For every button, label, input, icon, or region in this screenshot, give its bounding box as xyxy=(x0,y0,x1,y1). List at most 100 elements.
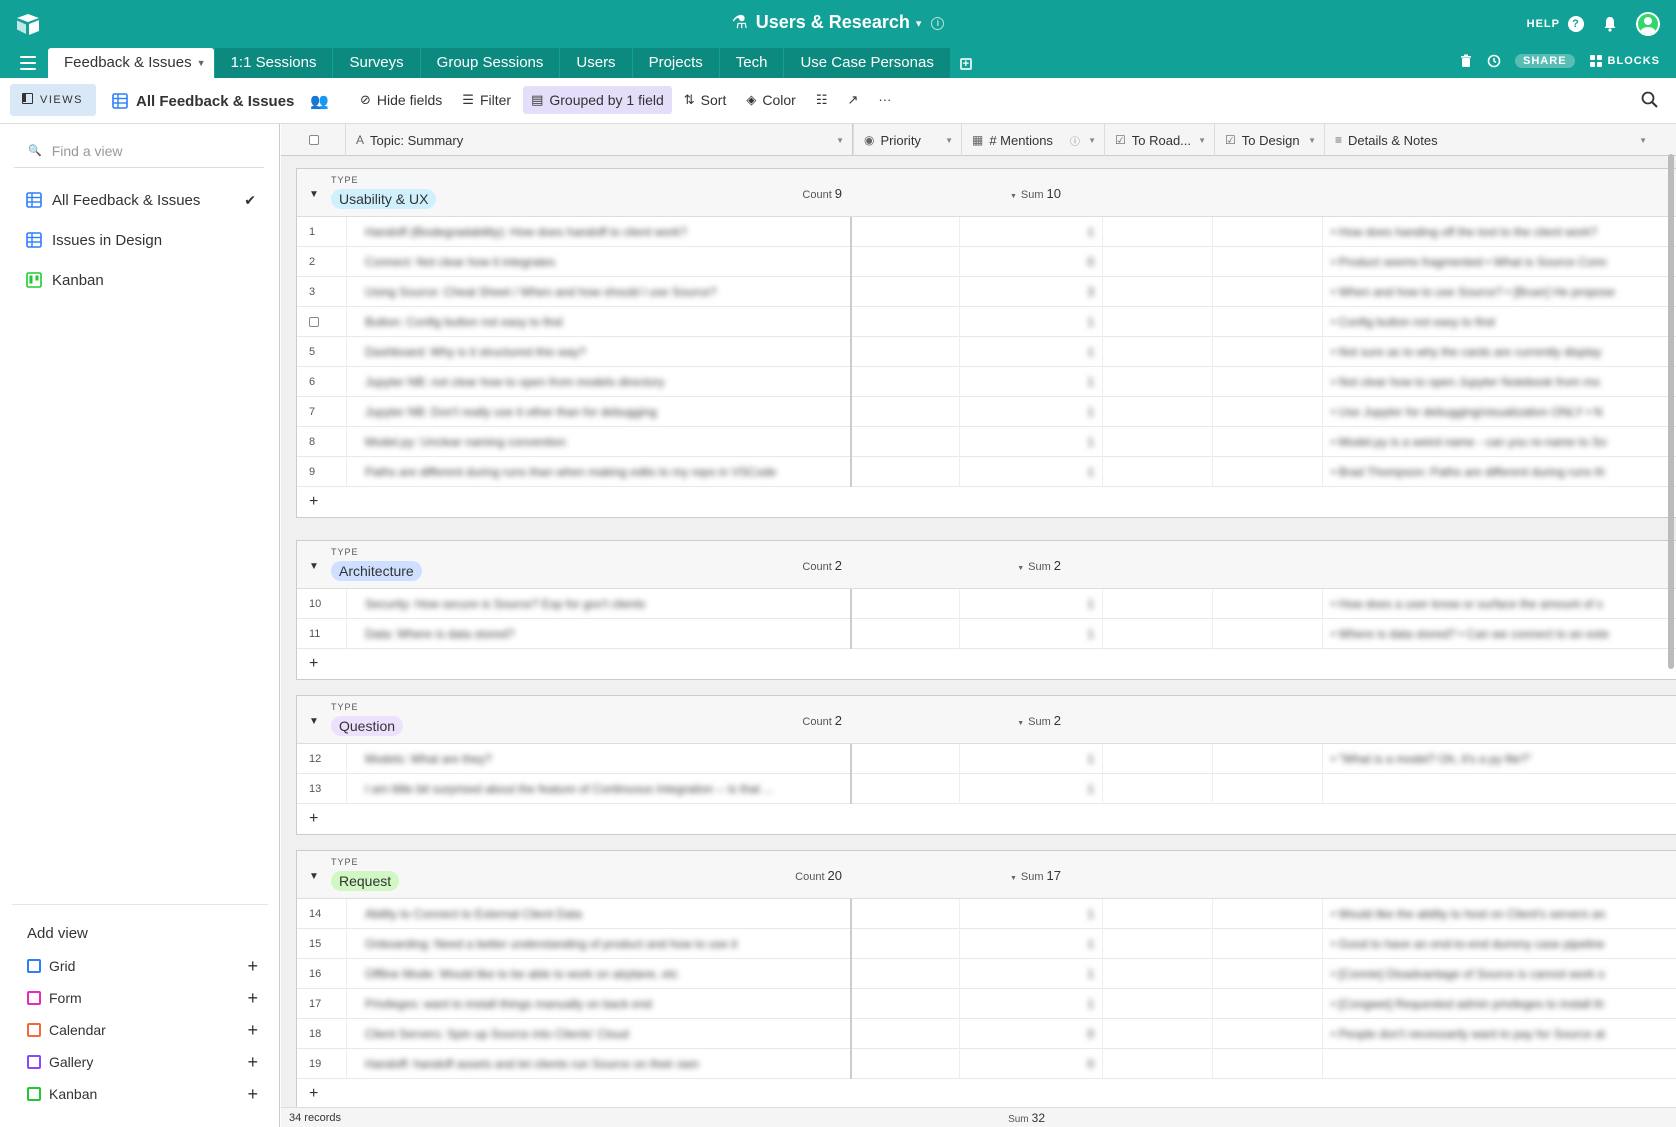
priority-cell[interactable] xyxy=(852,247,960,277)
tab-feedback-issues[interactable]: Feedback & Issues ▼ xyxy=(48,48,214,78)
roadmap-cell[interactable] xyxy=(1103,899,1213,929)
notes-cell[interactable]: • Would like the ability to host on Clie… xyxy=(1323,899,1653,929)
add-record-button[interactable]: + xyxy=(297,649,1676,679)
history-icon[interactable] xyxy=(1487,54,1501,68)
table-row[interactable]: 9 Paths are different during runs than wh… xyxy=(297,457,1676,487)
priority-cell[interactable] xyxy=(852,217,960,247)
notes-cell[interactable]: • [Congwei] Requested admin privileges t… xyxy=(1323,989,1653,1019)
design-cell[interactable] xyxy=(1213,1049,1323,1079)
info-icon[interactable]: ⓘ xyxy=(1070,133,1080,148)
group-header[interactable]: ▼ TYPE Architecture Count 2 ▼ Sum 2 xyxy=(297,541,1676,589)
notes-cell[interactable]: • "What is a model? Oh, it's a py file?" xyxy=(1323,744,1653,774)
table-row[interactable]: 16 Offline Mode: Would like to be able to… xyxy=(297,959,1676,989)
tab-group-sessions[interactable]: Group Sessions xyxy=(420,48,560,78)
notes-cell[interactable]: • Where is data stored? • Can we connect… xyxy=(1323,619,1653,649)
roadmap-cell[interactable] xyxy=(1103,929,1213,959)
topic-cell[interactable]: Ability to Connect to External Client Da… xyxy=(347,899,852,929)
roadmap-cell[interactable] xyxy=(1103,959,1213,989)
trash-icon[interactable] xyxy=(1459,54,1473,68)
priority-cell[interactable] xyxy=(852,929,960,959)
mentions-total-sum[interactable]: Sum 32 xyxy=(931,1111,1045,1125)
design-cell[interactable] xyxy=(1213,277,1323,307)
notes-cell[interactable]: • [Connie] Disadvantage of Source is can… xyxy=(1323,959,1653,989)
priority-cell[interactable] xyxy=(852,899,960,929)
topic-cell[interactable]: Client Servers: Spin up Source into Clie… xyxy=(347,1019,852,1049)
table-row[interactable]: 8 Model.py: Unclear naming convention 1 • M… xyxy=(297,427,1676,457)
table-row[interactable]: 13 I am little bit surprised about the fe… xyxy=(297,774,1676,804)
table-row[interactable]: 7 Jupyter NB: Don't really use it other t… xyxy=(297,397,1676,427)
group-sum[interactable]: ▼ Sum 2 xyxy=(947,713,1061,728)
notes-cell[interactable]: • How does a user know or surface the am… xyxy=(1323,589,1653,619)
topic-cell[interactable]: Connect: Not clear how it integrates xyxy=(347,247,852,277)
design-cell[interactable] xyxy=(1213,427,1323,457)
design-cell[interactable] xyxy=(1213,307,1323,337)
roadmap-cell[interactable] xyxy=(1103,619,1213,649)
roadmap-cell[interactable] xyxy=(1103,397,1213,427)
priority-cell[interactable] xyxy=(852,277,960,307)
priority-cell[interactable] xyxy=(852,427,960,457)
mentions-cell[interactable]: 1 xyxy=(960,989,1103,1019)
select-all-checkbox-cell[interactable] xyxy=(281,124,346,156)
column-notes[interactable]: ≡ Details & Notes ▼ xyxy=(1325,124,1655,156)
roadmap-cell[interactable] xyxy=(1103,774,1213,804)
vertical-scrollbar[interactable] xyxy=(1668,154,1674,669)
design-cell[interactable] xyxy=(1213,367,1323,397)
sidebar-view-kanban[interactable]: Kanban xyxy=(14,260,264,300)
design-cell[interactable] xyxy=(1213,397,1323,427)
design-cell[interactable] xyxy=(1213,337,1323,367)
priority-cell[interactable] xyxy=(852,307,960,337)
group-sum[interactable]: ▼ Sum 10 xyxy=(947,186,1061,201)
design-cell[interactable] xyxy=(1213,744,1323,774)
priority-cell[interactable] xyxy=(852,589,960,619)
sidebar-view-all-feedback[interactable]: All Feedback & Issues ✔ xyxy=(14,180,264,220)
table-row[interactable]: 19 Handoff: handoff assets and let client… xyxy=(297,1049,1676,1079)
mentions-cell[interactable]: 1 xyxy=(960,899,1103,929)
topic-cell[interactable]: Model.py: Unclear naming convention xyxy=(347,427,852,457)
topic-cell[interactable]: Security: How secure is Source? Esp for … xyxy=(347,589,852,619)
chevron-down-icon[interactable]: ▼ xyxy=(945,136,953,145)
chevron-down-icon[interactable]: ▼ xyxy=(197,48,206,78)
table-row[interactable]: 2 Connect: Not clear how it integrates 0 • … xyxy=(297,247,1676,277)
priority-cell[interactable] xyxy=(852,457,960,487)
design-cell[interactable] xyxy=(1213,899,1323,929)
notes-cell[interactable]: • How does handing off the tool to the c… xyxy=(1323,217,1653,247)
table-row[interactable]: 5 Dashboard: Why is it structured this wa… xyxy=(297,337,1676,367)
roadmap-cell[interactable] xyxy=(1103,1019,1213,1049)
column-priority[interactable]: ◉ Priority ▼ xyxy=(854,124,962,156)
table-row[interactable]: 15 Onboarding: Need a better understandin… xyxy=(297,929,1676,959)
more-options-button[interactable]: ··· xyxy=(870,86,899,114)
select-all-checkbox[interactable] xyxy=(309,135,319,145)
design-cell[interactable] xyxy=(1213,959,1323,989)
roadmap-cell[interactable] xyxy=(1103,247,1213,277)
notes-cell[interactable]: • Use Jupyter for debugging/visualizatio… xyxy=(1323,397,1653,427)
group-header[interactable]: ▼ TYPE Question Count 2 ▼ Sum 2 xyxy=(297,696,1676,744)
mentions-cell[interactable]: 1 xyxy=(960,457,1103,487)
search-icon[interactable] xyxy=(1640,90,1660,110)
design-cell[interactable] xyxy=(1213,247,1323,277)
mentions-cell[interactable]: 1 xyxy=(960,337,1103,367)
add-calendar-view[interactable]: Calendar + xyxy=(12,1014,268,1046)
design-cell[interactable] xyxy=(1213,774,1323,804)
topic-cell[interactable]: Models: What are they? xyxy=(347,744,852,774)
add-record-button[interactable]: + xyxy=(297,804,1676,834)
group-sum[interactable]: ▼ Sum 2 xyxy=(947,558,1061,573)
table-row[interactable]: 18 Client Servers: Spin up Source into Cl… xyxy=(297,1019,1676,1049)
priority-cell[interactable] xyxy=(852,1049,960,1079)
mentions-cell[interactable]: 1 xyxy=(960,959,1103,989)
topic-cell[interactable]: Data: Where is data stored? xyxy=(347,619,852,649)
info-icon[interactable]: i xyxy=(931,16,945,30)
table-row[interactable]: 10 Security: How secure is Source? Esp fo… xyxy=(297,589,1676,619)
roadmap-cell[interactable] xyxy=(1103,989,1213,1019)
topic-cell[interactable]: Privileges: want to install things manua… xyxy=(347,989,852,1019)
roadmap-cell[interactable] xyxy=(1103,337,1213,367)
add-grid-view[interactable]: Grid + xyxy=(12,950,268,982)
roadmap-cell[interactable] xyxy=(1103,744,1213,774)
topic-cell[interactable]: Using Source: Cheat Sheet / When and how… xyxy=(347,277,852,307)
tab-tech[interactable]: Tech xyxy=(719,48,784,78)
notes-cell[interactable]: • Good to have an end-to-end dummy case … xyxy=(1323,929,1653,959)
views-toggle-button[interactable]: VIEWS xyxy=(10,84,96,116)
tab-users[interactable]: Users xyxy=(560,48,632,78)
row-height-button[interactable]: ☷ xyxy=(808,86,836,114)
hamburger-menu-icon[interactable] xyxy=(20,56,36,70)
collaborative-view-icon[interactable]: 👥 xyxy=(310,92,329,110)
